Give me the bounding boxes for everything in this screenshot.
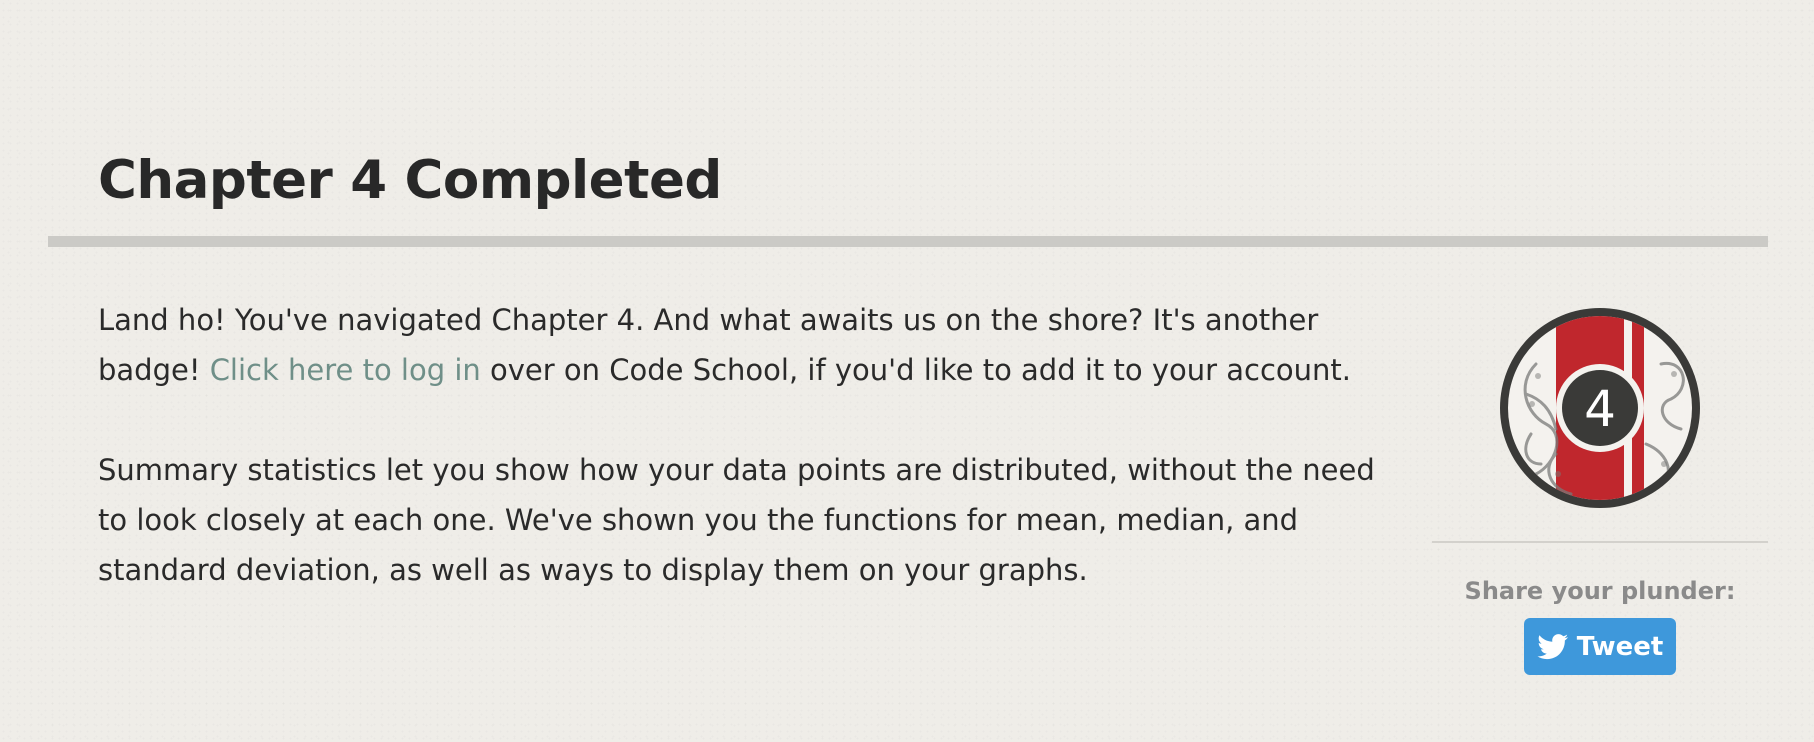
- page-title: Chapter 4 Completed: [98, 150, 722, 211]
- twitter-bird-icon: [1537, 633, 1568, 659]
- intro-text-end: over on Code School, if you'd like to ad…: [480, 353, 1351, 387]
- share-label: Share your plunder:: [1464, 577, 1736, 605]
- main-content: Land ho! You've navigated Chapter 4. And…: [98, 295, 1398, 595]
- summary-paragraph: Summary statistics let you show how your…: [98, 453, 1375, 587]
- intro-paragraph: Land ho! You've navigated Chapter 4. And…: [98, 295, 1398, 395]
- chapter-badge: 4: [1500, 308, 1700, 508]
- badge-number: 4: [1584, 380, 1616, 438]
- title-divider: [48, 236, 1768, 247]
- sidebar-divider: [1432, 541, 1768, 543]
- login-link[interactable]: Click here to log in: [210, 353, 481, 387]
- tweet-label: Tweet: [1576, 631, 1664, 662]
- tweet-button[interactable]: Tweet: [1524, 618, 1676, 675]
- page: Chapter 4 Completed Land ho! You've navi…: [0, 0, 1814, 742]
